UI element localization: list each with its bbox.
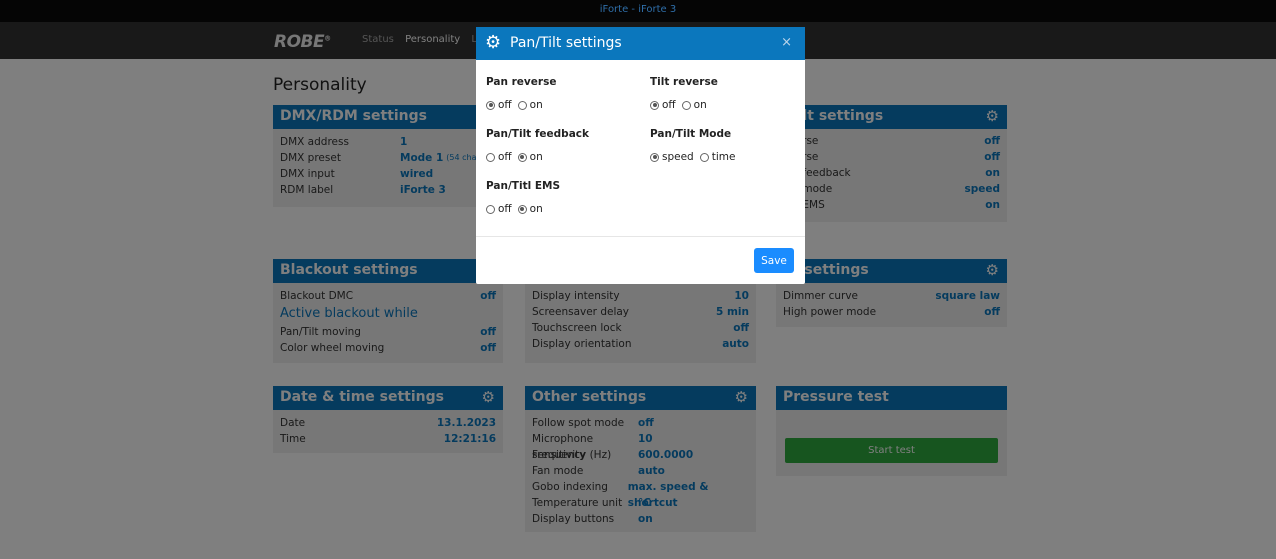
pan-reverse-on-radio[interactable]: on bbox=[517, 99, 543, 111]
pan-reverse-field: Pan reverse off on bbox=[486, 76, 636, 111]
pan-reverse-off-radio[interactable]: off bbox=[486, 99, 512, 111]
modal-body: Pan reverse off on Tilt reverse off on P… bbox=[476, 60, 805, 237]
window-titlebar: iForte - iForte 3 bbox=[0, 0, 1276, 22]
tilt-reverse-on-radio[interactable]: on bbox=[681, 99, 707, 111]
field-label: Pan/Tilt Mode bbox=[650, 128, 732, 140]
modal-header: ⚙ Pan/Tilt settings × bbox=[476, 27, 805, 60]
gear-icon: ⚙ bbox=[485, 32, 502, 53]
pan-tilt-mode-field: Pan/Tilt Mode speed time bbox=[650, 128, 800, 163]
mode-time-radio[interactable]: time bbox=[699, 151, 735, 163]
tilt-reverse-off-radio[interactable]: off bbox=[650, 99, 676, 111]
ems-on-radio[interactable]: on bbox=[517, 203, 543, 215]
save-button[interactable]: Save bbox=[754, 248, 794, 273]
window-title: iForte - iForte 3 bbox=[599, 4, 677, 15]
field-label: Tilt reverse bbox=[650, 76, 718, 88]
pan-tilt-feedback-field: Pan/Tilt feedback off on bbox=[486, 128, 636, 163]
ems-off-radio[interactable]: off bbox=[486, 203, 512, 215]
close-icon[interactable]: × bbox=[781, 35, 792, 50]
field-label: Pan reverse bbox=[486, 76, 557, 88]
pan-tilt-settings-modal: ⚙ Pan/Tilt settings × Pan reverse off on… bbox=[476, 27, 805, 284]
field-label: Pan/Titl EMS bbox=[486, 180, 561, 192]
tilt-reverse-field: Tilt reverse off on bbox=[650, 76, 800, 111]
modal-title: Pan/Tilt settings bbox=[510, 35, 622, 51]
mode-speed-radio[interactable]: speed bbox=[650, 151, 694, 163]
pan-tilt-ems-field: Pan/Titl EMS off on bbox=[486, 180, 636, 215]
feedback-on-radio[interactable]: on bbox=[517, 151, 543, 163]
feedback-off-radio[interactable]: off bbox=[486, 151, 512, 163]
field-label: Pan/Tilt feedback bbox=[486, 128, 589, 140]
